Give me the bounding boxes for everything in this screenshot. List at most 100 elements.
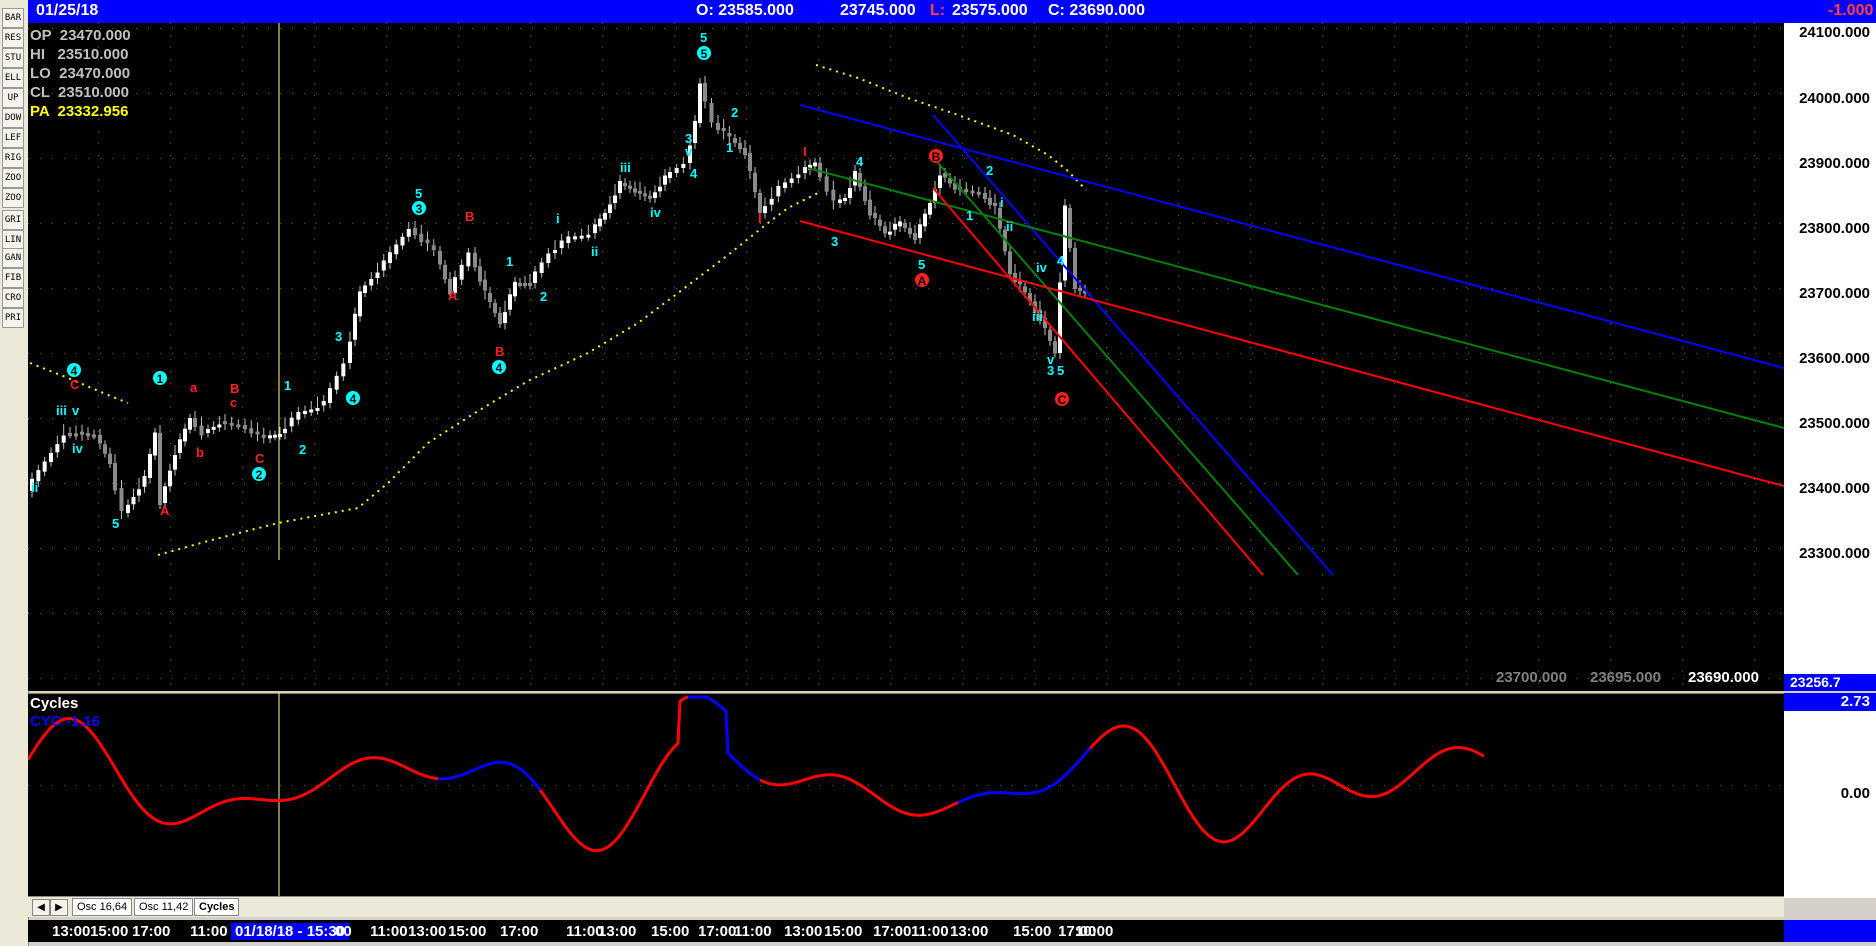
tab-cycles[interactable]: Cycles <box>194 898 240 916</box>
candle-body <box>431 245 436 250</box>
candle-body <box>328 388 332 403</box>
candle-body <box>658 186 662 192</box>
oscillator-axis[interactable]: 2.73 0.00 <box>1784 693 1876 898</box>
candle-body <box>348 341 352 363</box>
tab-scroll-left[interactable]: ◀ <box>32 899 50 916</box>
green-channel-upper <box>807 167 1784 429</box>
wave-label: b <box>196 445 204 460</box>
candle-body <box>236 424 241 428</box>
candle-body <box>443 265 447 280</box>
candle-body <box>663 175 667 185</box>
candle-body <box>142 476 147 487</box>
candle-body <box>303 411 307 414</box>
osc-axis-top: 2.73 <box>1784 693 1876 711</box>
tab-osc-16-64[interactable]: Osc 16,64 <box>72 898 133 916</box>
toolbar-left-button[interactable]: LEF <box>2 128 24 148</box>
candle-body <box>1068 208 1072 248</box>
ohlc-low: LO 23470.000 <box>30 65 131 82</box>
candle-body <box>668 172 672 178</box>
price-chart-canvas[interactable]: iiiii viv4C51AabBcC2123435BAB412iiiiiiiv3… <box>28 23 1784 691</box>
candle-body <box>918 224 922 238</box>
low-value: 23575.000 <box>952 2 1028 19</box>
wave-label: c <box>230 395 237 410</box>
tab-osc-11-42[interactable]: Osc 11,42 <box>134 898 194 916</box>
toolbar-bar-button[interactable]: BAR <box>2 8 24 28</box>
candle-body <box>586 234 591 238</box>
tab-strip: ◀ ▶ Osc 16,64 Osc 11,42 Cycles <box>28 896 1784 917</box>
price-axis-label: 23700.000 <box>1799 285 1870 302</box>
candle-body <box>1073 248 1077 289</box>
toolbar-elliott-button[interactable]: ELL <box>2 68 24 88</box>
toolbar-cross-button[interactable]: CRO <box>2 288 24 308</box>
wave-label: I <box>803 144 807 159</box>
osc-grid <box>28 785 1781 786</box>
candle-body <box>153 432 157 456</box>
candle-body <box>459 264 464 280</box>
cycle-curve-red <box>538 695 689 853</box>
toolbar-grid-button[interactable]: GRI <box>2 210 24 230</box>
candle-body <box>406 229 411 237</box>
time-axis-label: 15:00 <box>1013 923 1052 940</box>
candle-body <box>988 198 992 205</box>
time-axis-label: 17:00 <box>132 923 171 940</box>
toolbar-zoom-out-button[interactable]: ZOO <box>2 188 24 208</box>
candle-body <box>693 121 697 143</box>
toolbar-reset-button[interactable]: RES <box>2 28 24 48</box>
wave-label: i <box>556 211 560 226</box>
toolbar-zoom-in-button[interactable]: ZOO <box>2 168 24 188</box>
toolbar-gann-button[interactable]: GAN <box>2 248 24 268</box>
tab-scroll-right[interactable]: ▶ <box>50 899 68 916</box>
change-value: -1.000 <box>1828 2 1874 19</box>
price-chart[interactable]: ii iii v iv 4 C 5 1 Aa b Bc C 2 1 2 3 4 3 5 B A B 4 1 2 i ii iii iv 3… <box>28 23 1876 691</box>
time-axis-label: 17:00 <box>698 923 737 940</box>
candle-body <box>518 283 522 286</box>
wave-label: ii <box>1006 219 1013 234</box>
price-axis[interactable]: 24100.000 24000.000 23900.000 23800.000 2370… <box>1784 23 1876 691</box>
toolbar-study-button[interactable]: STU <box>2 48 24 68</box>
candle-body <box>49 452 53 462</box>
toolbar-fib-button[interactable]: FIB <box>2 268 24 288</box>
candle-body <box>603 213 607 220</box>
toolbar-print-button[interactable]: PRI <box>2 308 24 328</box>
candle-body <box>92 434 96 438</box>
candle-body <box>803 167 807 173</box>
wave-label: iv <box>650 205 662 220</box>
candle-body <box>938 175 942 188</box>
toolbar-up-button[interactable]: UP <box>2 88 24 108</box>
candle-body <box>976 191 981 195</box>
wave-label: iv <box>1036 260 1048 275</box>
wave-label: iv <box>72 441 84 456</box>
price-axis-label: 23600.000 <box>1799 350 1870 367</box>
price-grid <box>28 23 1781 684</box>
candle-body <box>776 186 781 197</box>
wave-label: 2 <box>540 289 547 304</box>
candle-body <box>831 189 836 201</box>
toolbar-lines-button[interactable]: LIN <box>2 230 24 250</box>
candle-body <box>698 83 702 123</box>
wave-label: 3 <box>335 329 342 344</box>
wave-label: iii <box>56 403 67 418</box>
price-axis-label: 23400.000 <box>1799 480 1870 497</box>
candle-body <box>108 453 112 464</box>
toolbar-down-button[interactable]: DOW <box>2 108 24 128</box>
candle-body <box>283 428 287 433</box>
candle-body <box>223 421 227 425</box>
oscillator-canvas[interactable] <box>28 693 1784 898</box>
time-axis-label: 15:00 <box>90 923 129 940</box>
cycles-oscillator[interactable]: Cycles CYC -1.16 <box>28 693 1876 898</box>
candle-body <box>381 260 386 271</box>
wave-label: A <box>448 288 458 303</box>
candle-body <box>211 426 216 430</box>
wave-label: 5 <box>918 257 925 272</box>
candle-body <box>188 418 192 430</box>
candle-body <box>727 133 732 137</box>
candle-body <box>633 188 637 193</box>
candle-body <box>321 401 326 406</box>
time-axis-label: 13:00 <box>950 923 989 940</box>
candle-body <box>199 425 204 436</box>
time-axis[interactable]: 13:00 15:00 17:00 11:00 01/18/18 - 15:30 00 11… <box>28 920 1784 942</box>
wave-label: 5 <box>1057 363 1064 378</box>
osc-axis-zero: 0.00 <box>1840 785 1870 802</box>
candle-body <box>769 198 774 205</box>
toolbar-right-button[interactable]: RIG <box>2 148 24 168</box>
